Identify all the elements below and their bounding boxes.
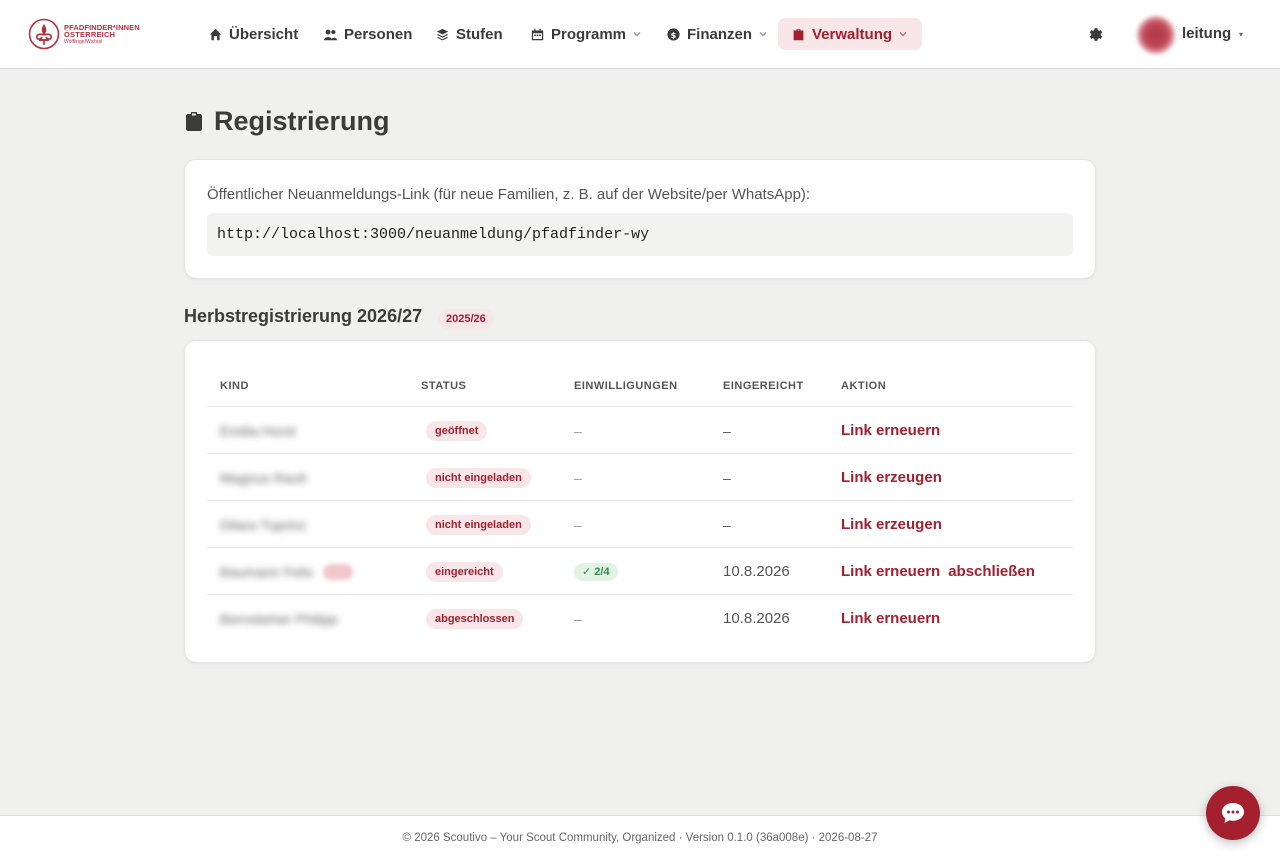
nav-item-label: Übersicht xyxy=(229,25,299,43)
public-link-url[interactable]: http://localhost:3000/neuanmeldung/pfadf… xyxy=(207,213,1073,256)
column-header-status: STATUS xyxy=(421,380,467,392)
chevron-down-icon xyxy=(633,32,641,37)
coin-icon: $ xyxy=(667,27,680,41)
section-title: Herbstregistrierung 2026/27 xyxy=(184,306,423,326)
nav-item-label: Programm xyxy=(551,25,627,43)
create-link-button[interactable]: Link erzeugen xyxy=(841,516,942,533)
status-badge: eingereicht xyxy=(426,561,503,582)
nav-item-finanzen[interactable]: $ Finanzen xyxy=(667,18,768,50)
chevron-down-icon xyxy=(899,32,907,37)
renew-link-button[interactable]: Link erneuern xyxy=(841,610,940,627)
renew-link-button[interactable]: Link erneuern xyxy=(841,422,940,439)
consents-value: – xyxy=(574,516,582,533)
public-link-card: Öffentlicher Neuanmeldungs-Link (für neu… xyxy=(184,159,1096,279)
nav-item-personen[interactable]: Personen xyxy=(324,18,412,50)
status-badge: nicht eingeladen xyxy=(426,467,531,488)
user-menu-caret[interactable]: ▾ xyxy=(1239,30,1243,39)
season-badge: 2025/26 xyxy=(438,309,494,329)
column-header-consents: EINWILLIGUNGEN xyxy=(574,380,678,392)
briefcase-icon xyxy=(793,28,804,40)
layers-icon xyxy=(436,28,449,40)
nav-item-uebersicht[interactable]: Übersicht xyxy=(209,18,298,50)
chevron-down-icon xyxy=(759,32,767,37)
column-header-kind: KIND xyxy=(220,380,249,392)
scout-lily-icon xyxy=(28,18,60,50)
gear-icon[interactable] xyxy=(1087,26,1104,43)
page-title-text: Registrierung xyxy=(214,105,390,136)
consents-value: – xyxy=(574,422,582,439)
nav-item-label: Finanzen xyxy=(687,25,753,43)
nav-item-label: Verwaltung xyxy=(812,25,893,43)
nav-item-programm[interactable]: Programm xyxy=(531,18,642,50)
consents-value: – xyxy=(574,610,582,627)
user-name[interactable]: leitung xyxy=(1182,25,1231,42)
complete-button[interactable]: abschließen xyxy=(948,563,1035,580)
status-badge: geöffnet xyxy=(426,420,488,441)
avatar[interactable] xyxy=(1137,16,1175,54)
page-title: Registrierung xyxy=(186,104,390,138)
submitted-value: – xyxy=(723,516,731,533)
calendar-icon xyxy=(531,28,544,40)
submitted-value: 10.8.2026 xyxy=(723,563,790,580)
nav-item-label: Personen xyxy=(344,25,413,43)
renew-link-button[interactable]: Link erneuern xyxy=(841,563,940,580)
registration-table-card: KIND STATUS EINWILLIGUNGEN EINGEREICHT A… xyxy=(184,340,1096,663)
brand-line-3: Wölflinge/Wichtel xyxy=(64,38,103,45)
submitted-value: – xyxy=(723,469,731,486)
footer: © 2026 Scoutivo – Your Scout Community, … xyxy=(0,815,1280,860)
table-row: Bernsteiner Philipp abgeschlossen – 10.8… xyxy=(207,595,1073,642)
clipboard-icon xyxy=(186,112,202,131)
chat-button[interactable] xyxy=(1206,786,1260,840)
kid-name[interactable]: Dilara Tuprinz xyxy=(220,517,306,533)
consents-value: – xyxy=(574,469,582,486)
submitted-value: 10.8.2026 xyxy=(723,610,790,627)
brand-logo[interactable]: PFADFINDER*INNEN ÖSTERREICH Wölflinge/Wi… xyxy=(28,18,140,50)
svg-text:$: $ xyxy=(671,29,677,39)
column-header-submitted: EINGEREICHT xyxy=(723,380,804,392)
home-icon xyxy=(209,28,222,40)
kid-name[interactable]: Baumann Felix xyxy=(220,564,313,580)
column-header-action: AKTION xyxy=(841,380,887,392)
top-navbar: PFADFINDER*INNEN ÖSTERREICH Wölflinge/Wi… xyxy=(0,0,1280,69)
nav-item-verwaltung[interactable]: Verwaltung xyxy=(778,18,923,50)
status-badge: abgeschlossen xyxy=(426,608,524,629)
chat-bubble-icon xyxy=(1222,803,1244,823)
kid-name[interactable]: Bernsteiner Philipp xyxy=(220,611,338,627)
table-row: Baumann Felix eingereicht ✓ 2/4 10.8.202… xyxy=(207,548,1073,595)
table-row: Magnus Rauh nicht eingeladen – – Link er… xyxy=(207,454,1073,501)
table-row: Dilara Tuprinz nicht eingeladen – – Link… xyxy=(207,501,1073,548)
status-badge: nicht eingeladen xyxy=(426,514,531,535)
brand-line-2: ÖSTERREICH xyxy=(64,30,116,39)
nav-item-stufen[interactable]: Stufen xyxy=(436,18,503,50)
create-link-button[interactable]: Link erzeugen xyxy=(841,469,942,486)
nav-item-label: Stufen xyxy=(456,25,503,43)
public-link-label: Öffentlicher Neuanmeldungs-Link (für neu… xyxy=(207,186,811,203)
kid-tag-badge xyxy=(323,563,354,580)
kid-name[interactable]: Magnus Rauh xyxy=(220,470,307,486)
consents-badge: ✓ 2/4 xyxy=(574,562,618,581)
table-row: Emilia Horst geöffnet – – Link erneuern xyxy=(207,407,1073,454)
footer-text: © 2026 Scoutivo – Your Scout Community, … xyxy=(402,832,878,844)
submitted-value: – xyxy=(723,422,731,439)
kid-name[interactable]: Emilia Horst xyxy=(220,423,295,439)
users-icon xyxy=(324,29,337,40)
